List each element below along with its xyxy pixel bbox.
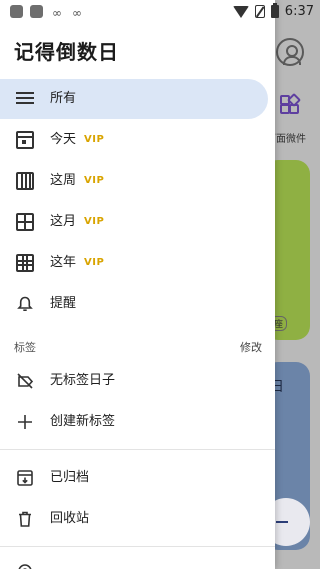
archive-icon: [17, 470, 33, 486]
calendar-week-icon: [16, 172, 34, 190]
menu-item-archived[interactable]: 已归档: [0, 458, 268, 498]
menu-item-year[interactable]: 这年 VIP: [0, 243, 268, 283]
divider: [0, 449, 275, 450]
menu-item-week[interactable]: 这周 VIP: [0, 161, 268, 201]
wifi-icon: [232, 5, 249, 18]
status-time: 6:37: [284, 4, 314, 19]
menu-item-all[interactable]: 所有: [0, 79, 268, 119]
menu-item-label: 今天: [50, 132, 77, 147]
menu-item-label: 已归档: [50, 470, 90, 485]
notification-icon: [30, 5, 43, 18]
menu-item-label: 这年: [50, 255, 77, 270]
trash-icon: [19, 511, 31, 527]
account-icon: [276, 38, 304, 66]
list-icon: [16, 90, 34, 108]
plus-icon: [18, 415, 32, 429]
vip-badge: VIP: [84, 175, 105, 186]
menu-item-trash[interactable]: 回收站: [0, 499, 268, 539]
plus-icon: [276, 521, 288, 523]
menu-item-label: 提醒: [50, 296, 77, 311]
menu-item-label: 回收站: [50, 511, 90, 526]
bell-icon: [17, 296, 33, 311]
menu-item-label: 所有: [50, 91, 77, 106]
no-sim-icon: [254, 5, 265, 18]
loop-icon: ∞: [72, 6, 82, 20]
drawer-title: 记得倒数日: [14, 40, 119, 64]
tag-item-label: 创建新标签: [50, 414, 116, 429]
tag-item-label: 无标签日子: [50, 373, 116, 388]
menu-item-label: 这月: [50, 214, 77, 229]
status-bar: ∞ ∞ 6:37: [0, 0, 320, 24]
calendar-year-icon: [16, 254, 34, 272]
divider: [0, 546, 275, 547]
edit-tags-button[interactable]: 修改: [240, 339, 262, 355]
menu-item-month[interactable]: 这月 VIP: [0, 202, 268, 242]
menu-item-reminders[interactable]: 提醒: [0, 284, 268, 324]
navigation-drawer: 记得倒数日 所有 今天 VIP 这周 VIP 这月 VIP 这年 VIP 提醒 …: [0, 0, 275, 569]
menu-item-label: 这周: [50, 173, 77, 188]
vip-badge: VIP: [84, 257, 105, 268]
calendar-month-icon: [16, 213, 34, 231]
notification-icon: [10, 5, 23, 18]
vip-badge: VIP: [84, 216, 105, 227]
menu-item-today[interactable]: 今天 VIP: [0, 120, 268, 160]
create-tag-item[interactable]: 创建新标签: [0, 402, 268, 442]
tag-item-untagged[interactable]: 无标签日子: [0, 361, 268, 401]
calendar-day-icon: [16, 131, 34, 149]
loop-icon: ∞: [52, 6, 62, 20]
tag-off-icon: [17, 373, 34, 389]
battery-icon: [270, 3, 279, 18]
widgets-icon: [280, 92, 302, 114]
settings-icon[interactable]: [16, 562, 34, 569]
vip-badge: VIP: [84, 134, 105, 145]
tags-section-label: 标签: [14, 341, 36, 354]
